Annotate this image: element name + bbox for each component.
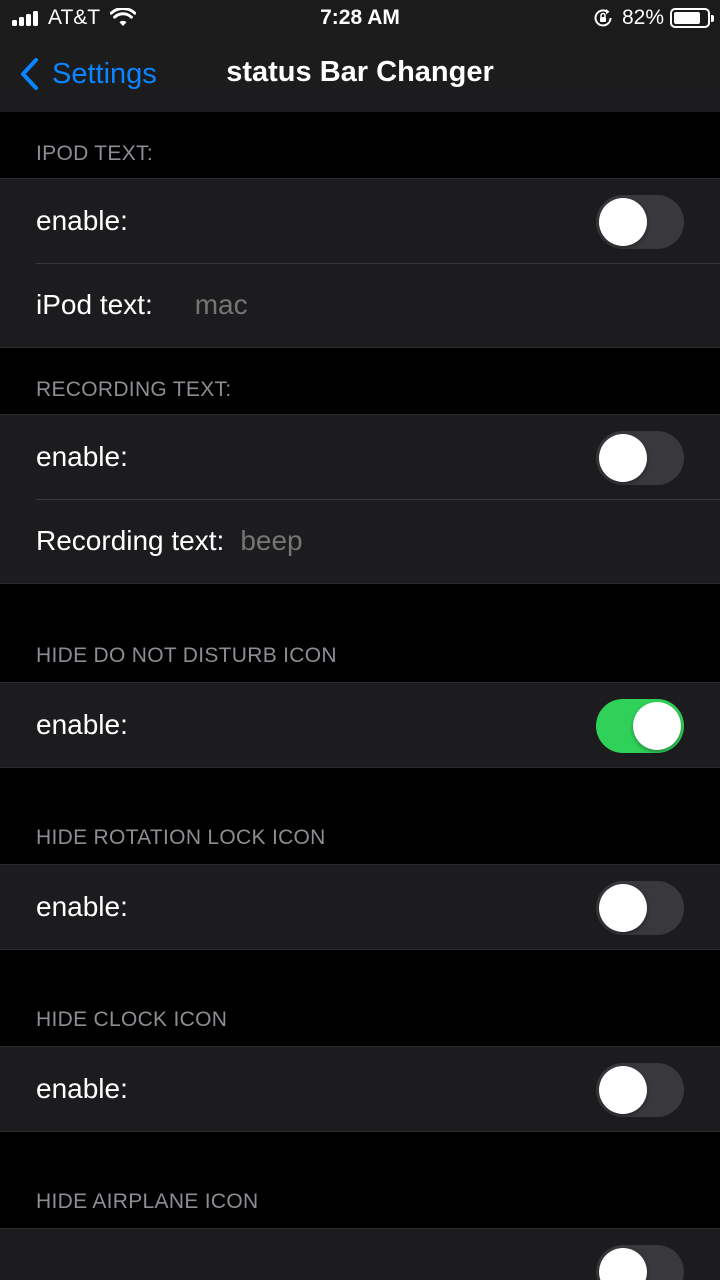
recording-text-field[interactable] (240, 525, 602, 557)
dnd-enable-toggle[interactable] (596, 699, 684, 753)
row-label: enable: (36, 1073, 128, 1104)
battery-percent: 82% (621, 6, 664, 29)
recording-enable-toggle[interactable] (596, 431, 684, 485)
row-airplane-enable (0, 1229, 720, 1280)
row-label: enable: (36, 441, 128, 472)
settings-list: IPOD TEXT: enable: iPod text: RECORDING … (0, 112, 720, 1280)
row-label: enable: (36, 205, 128, 236)
row-label: enable: (36, 709, 128, 740)
ipod-text-field[interactable] (194, 289, 556, 321)
toggle-knob (599, 434, 647, 482)
top-chrome: AT&T 7:28 AM 82% Settings status Bar Cha… (0, 0, 720, 112)
toggle-knob (599, 198, 647, 246)
group-recording: enable: Recording text: (0, 414, 720, 584)
section-header-ipod: IPOD TEXT: (36, 142, 153, 165)
group-dnd: enable: (0, 682, 720, 768)
toggle-knob (599, 1066, 647, 1114)
row-ipod-text: iPod text: (0, 263, 720, 347)
group-ipod: enable: iPod text: (0, 178, 720, 348)
battery-tip (711, 15, 714, 22)
battery-fill (674, 12, 701, 24)
row-dnd-enable: enable: (0, 683, 720, 767)
row-label: enable: (36, 891, 128, 922)
rotation-enable-toggle[interactable] (596, 881, 684, 935)
airplane-enable-toggle[interactable] (596, 1245, 684, 1280)
row-label: Recording text: (36, 525, 225, 556)
navigation-bar: Settings status Bar Changer (0, 36, 720, 112)
rotation-lock-icon (594, 9, 612, 27)
group-rotation: enable: (0, 864, 720, 950)
section-header-dnd: HIDE DO NOT DISTURB ICON (36, 644, 337, 667)
section-header-recording: RECORDING TEXT: (36, 378, 232, 401)
row-ipod-enable: enable: (0, 179, 720, 263)
row-recording-text: Recording text: (0, 499, 720, 583)
row-recording-enable: enable: (0, 415, 720, 499)
section-header-clock: HIDE CLOCK ICON (36, 1008, 228, 1031)
status-right: 82% (592, 6, 714, 30)
status-bar: AT&T 7:28 AM 82% (0, 0, 720, 36)
row-label: iPod text: (36, 289, 153, 320)
section-header-rotation: HIDE ROTATION LOCK ICON (36, 826, 326, 849)
row-rotation-enable: enable: (0, 865, 720, 949)
toggle-knob (599, 884, 647, 932)
section-header-airplane: HIDE AIRPLANE ICON (36, 1190, 259, 1213)
ipod-enable-toggle[interactable] (596, 195, 684, 249)
screen: AT&T 7:28 AM 82% Settings status Bar Cha… (0, 0, 720, 1280)
page-title: status Bar Changer (226, 56, 494, 88)
battery-icon (670, 8, 714, 28)
group-clock: enable: (0, 1046, 720, 1132)
toggle-knob (633, 702, 681, 750)
group-airplane (0, 1228, 720, 1280)
clock-enable-toggle[interactable] (596, 1063, 684, 1117)
row-clock-enable: enable: (0, 1047, 720, 1131)
toggle-knob (599, 1248, 647, 1280)
